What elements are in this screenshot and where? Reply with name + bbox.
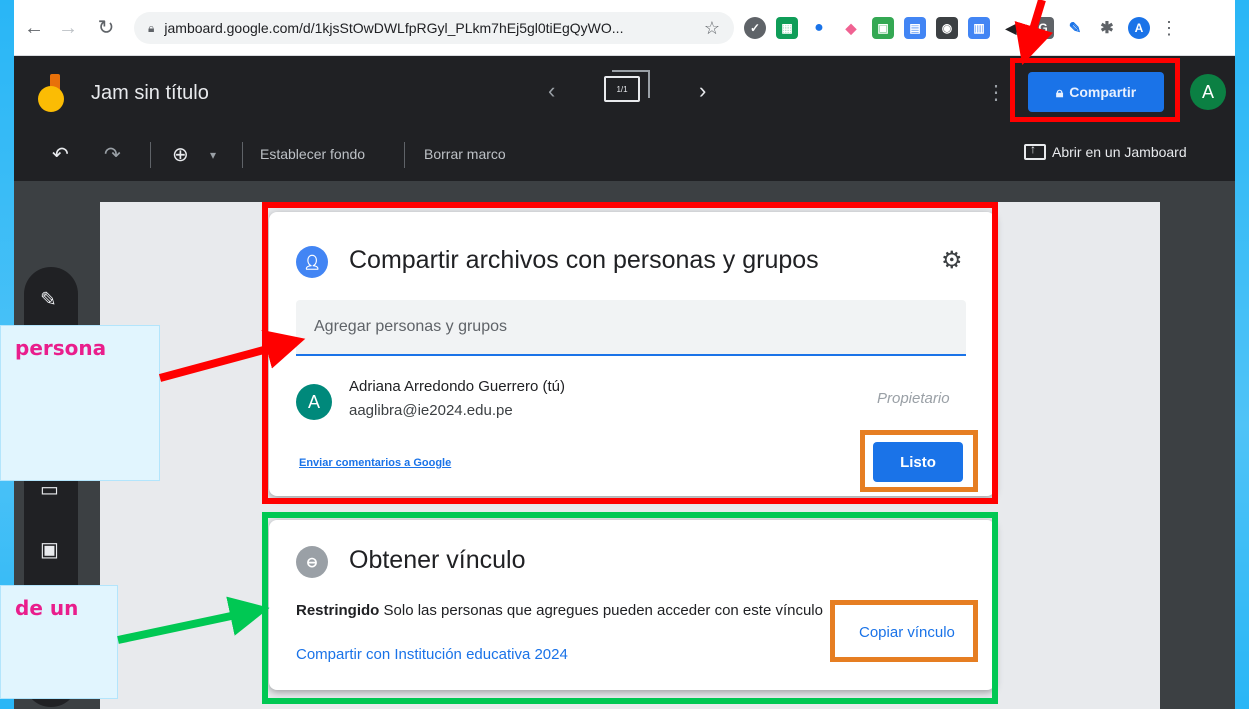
extensions-bar: ✓ ▦ ● ◆ ▣ ▤ ◉ ▥ ◀ G ✎ ✱ A ⋮ bbox=[744, 14, 1178, 42]
open-in-jamboard-label: Abrir en un Jamboard bbox=[1052, 144, 1187, 160]
undo-icon[interactable]: ↶ bbox=[52, 142, 69, 167]
browser-menu-icon[interactable]: ⋮ bbox=[1160, 18, 1178, 39]
check-extension-icon[interactable]: ✓ bbox=[744, 17, 766, 39]
frame-counter: 1/1 bbox=[616, 84, 628, 94]
sound-extension-icon[interactable]: ◀ bbox=[1000, 17, 1022, 39]
jamboard-logo-icon bbox=[36, 74, 72, 114]
open-jamboard-icon bbox=[1024, 142, 1046, 160]
zoom-icon[interactable]: ⊕ bbox=[172, 142, 189, 167]
bookmark-star-icon[interactable]: ☆ bbox=[704, 18, 720, 39]
chart-extension-icon[interactable]: ▥ bbox=[968, 17, 990, 39]
drop-extension-icon[interactable]: ● bbox=[808, 17, 830, 39]
clear-frame-button[interactable]: Borrar marco bbox=[424, 146, 506, 162]
forward-arrow-icon[interactable]: → bbox=[54, 14, 82, 42]
toolbar-divider bbox=[242, 142, 243, 168]
prev-frame-icon[interactable]: ‹ bbox=[548, 78, 555, 104]
toolbar-divider bbox=[150, 142, 151, 168]
callout-link-text: de un bbox=[15, 596, 79, 620]
puzzle-extensions-icon[interactable]: ✱ bbox=[1096, 17, 1118, 39]
url-text: jamboard.google.com/d/1kjsStOwDWLfpRGyl_… bbox=[164, 20, 624, 36]
frame-bar-button[interactable]: 1/1 bbox=[604, 70, 650, 102]
more-options-icon[interactable]: ⋮ bbox=[986, 80, 1006, 105]
image-tool-icon[interactable]: ▣ bbox=[40, 537, 59, 562]
callout-link: de un bbox=[0, 585, 118, 699]
jamboard-toolbar: ↶ ↷ ⊕ ▾ Establecer fondo Borrar marco Ab… bbox=[14, 126, 1235, 182]
browser-toolbar: ← → ↻ 🔒︎ jamboard.google.com/d/1kjsStOwD… bbox=[14, 0, 1235, 56]
play-extension-icon[interactable]: ◆ bbox=[840, 17, 862, 39]
back-arrow-icon[interactable]: ← bbox=[20, 14, 48, 42]
translate-extension-icon[interactable]: G bbox=[1032, 17, 1054, 39]
user-avatar[interactable]: A bbox=[1190, 74, 1226, 110]
address-bar[interactable]: 🔒︎ jamboard.google.com/d/1kjsStOwDWLfpRG… bbox=[134, 12, 734, 44]
copy-link-highlight bbox=[830, 600, 978, 662]
screen-extension-icon[interactable]: ▣ bbox=[872, 17, 894, 39]
callout-add-person: persona bbox=[0, 325, 160, 481]
toolbar-divider bbox=[404, 142, 405, 168]
profile-avatar[interactable]: A bbox=[1128, 17, 1150, 39]
zoom-dropdown-icon[interactable]: ▾ bbox=[210, 148, 216, 162]
jam-title[interactable]: Jam sin título bbox=[91, 82, 209, 105]
callout-add-person-text: persona bbox=[15, 336, 107, 360]
sheets-extension-icon[interactable]: ▦ bbox=[776, 17, 798, 39]
done-button-highlight bbox=[860, 430, 978, 492]
record-extension-icon[interactable]: ◉ bbox=[936, 17, 958, 39]
pen-tool-icon[interactable]: ✎ bbox=[40, 287, 57, 312]
pen-extension-icon[interactable]: ✎ bbox=[1064, 17, 1086, 39]
redo-icon[interactable]: ↷ bbox=[104, 142, 121, 167]
app-extension-icon[interactable]: ▤ bbox=[904, 17, 926, 39]
next-frame-icon[interactable]: › bbox=[699, 78, 706, 104]
reload-icon[interactable]: ↻ bbox=[92, 14, 120, 42]
lock-icon: 🔒︎ bbox=[148, 20, 155, 35]
set-background-button[interactable]: Establecer fondo bbox=[260, 146, 365, 162]
open-in-jamboard-button[interactable]: Abrir en un Jamboard bbox=[1024, 142, 1187, 160]
share-button-highlight bbox=[1010, 58, 1180, 122]
